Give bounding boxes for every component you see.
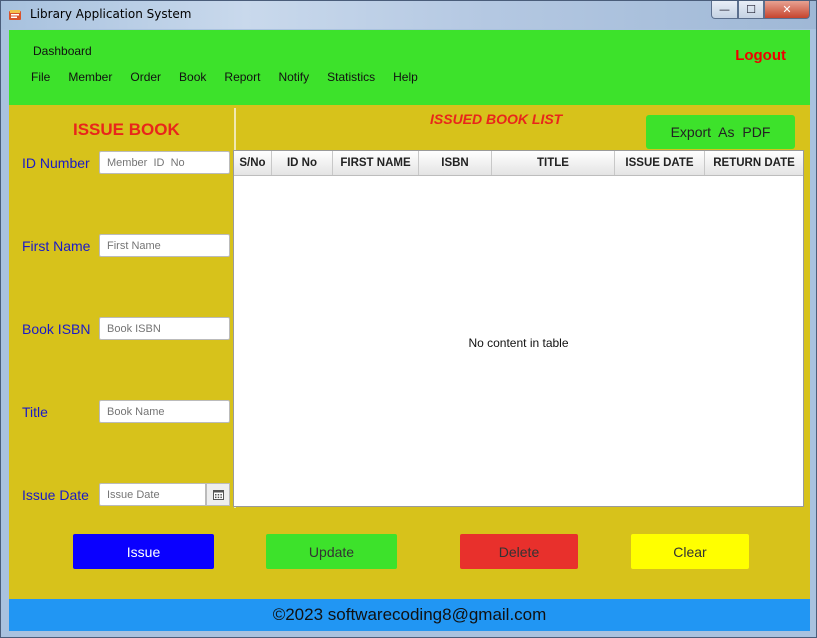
- menu-book[interactable]: Book: [179, 70, 206, 84]
- title-label: Title: [22, 404, 48, 420]
- column-header-id[interactable]: ID No: [272, 151, 333, 175]
- column-header-sno[interactable]: S/No: [234, 151, 272, 175]
- menu-notify[interactable]: Notify: [278, 70, 309, 84]
- column-header-isbn[interactable]: ISBN: [419, 151, 492, 175]
- issue-button[interactable]: Issue: [73, 534, 214, 569]
- empty-table-message: No content in table: [468, 336, 569, 350]
- update-button[interactable]: Update: [266, 534, 397, 569]
- book-isbn-input[interactable]: [99, 317, 230, 340]
- column-header-first-name[interactable]: FIRST NAME: [333, 151, 419, 175]
- menu-bar: Dashboard File Member Order Book Report …: [9, 30, 810, 105]
- issued-books-table[interactable]: S/No ID No FIRST NAME ISBN TITLE ISSUE D…: [233, 150, 804, 507]
- date-picker-button[interactable]: [206, 483, 230, 506]
- footer: ©2023 softwarecoding8@gmail.com: [9, 599, 810, 631]
- export-pdf-button[interactable]: Export As PDF: [646, 115, 795, 149]
- delete-button[interactable]: Delete: [460, 534, 578, 569]
- issue-date-input[interactable]: [99, 483, 206, 506]
- title-input[interactable]: [99, 400, 230, 423]
- close-button[interactable]: ✕: [764, 1, 810, 19]
- app-content: Dashboard File Member Order Book Report …: [9, 30, 810, 631]
- maximize-button[interactable]: ☐: [738, 1, 764, 19]
- menu-file[interactable]: File: [31, 70, 50, 84]
- column-header-title[interactable]: TITLE: [492, 151, 615, 175]
- main-menu: File Member Order Book Report Notify Sta…: [31, 70, 436, 84]
- footer-text: ©2023 softwarecoding8@gmail.com: [272, 605, 547, 624]
- book-isbn-label: Book ISBN: [22, 321, 91, 337]
- id-number-input[interactable]: [99, 151, 230, 174]
- clear-button[interactable]: Clear: [631, 534, 749, 569]
- menu-member[interactable]: Member: [68, 70, 112, 84]
- issue-form: ISSUE BOOK ID Number First Name Book ISB…: [9, 105, 233, 525]
- calendar-icon: [212, 489, 224, 500]
- app-window: Library Application System — ☐ ✕ Dashboa…: [0, 0, 817, 638]
- menu-order[interactable]: Order: [130, 70, 161, 84]
- window-title: Library Application System: [30, 7, 192, 21]
- menu-help[interactable]: Help: [393, 70, 418, 84]
- title-bar[interactable]: Library Application System — ☐ ✕: [1, 1, 816, 29]
- dashboard-link[interactable]: Dashboard: [33, 44, 92, 58]
- column-header-issue-date[interactable]: ISSUE DATE: [615, 151, 705, 175]
- form-title: ISSUE BOOK: [73, 120, 180, 139]
- app-icon: [9, 10, 21, 20]
- table-header: S/No ID No FIRST NAME ISBN TITLE ISSUE D…: [234, 151, 803, 176]
- first-name-input[interactable]: [99, 234, 230, 257]
- first-name-label: First Name: [22, 238, 91, 254]
- minimize-button[interactable]: —: [711, 1, 738, 19]
- menu-statistics[interactable]: Statistics: [327, 70, 375, 84]
- menu-report[interactable]: Report: [224, 70, 260, 84]
- id-number-label: ID Number: [22, 155, 90, 171]
- column-header-return-date[interactable]: RETURN DATE: [705, 151, 803, 175]
- issued-list-title: ISSUED BOOK LIST: [430, 111, 563, 127]
- window-controls: — ☐ ✕: [711, 1, 810, 21]
- logout-link[interactable]: Logout: [735, 47, 786, 64]
- issue-date-label: Issue Date: [22, 487, 89, 503]
